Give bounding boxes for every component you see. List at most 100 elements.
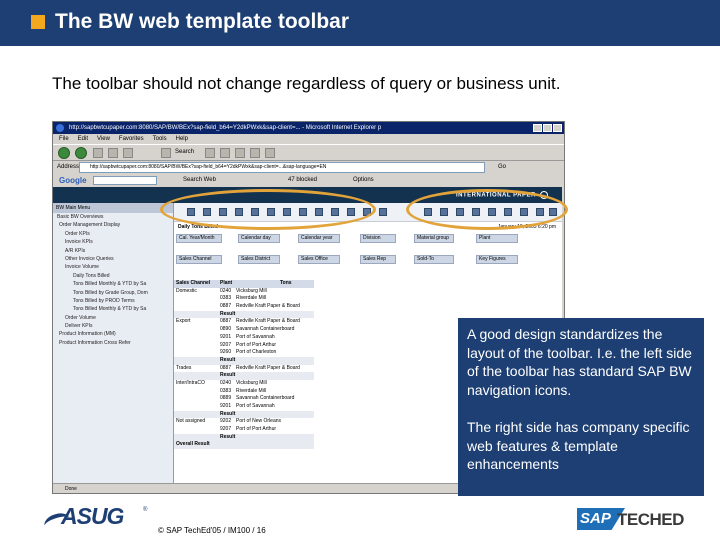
result-row: Result [174, 356, 314, 365]
search-icon[interactable] [161, 148, 171, 158]
callout-text-right: The right side has company specific web … [467, 419, 690, 472]
forward-icon[interactable] [75, 147, 87, 159]
cell-plant: 0240 [220, 379, 232, 386]
stop-icon[interactable] [93, 148, 103, 158]
filter-cell[interactable]: Key Figures [476, 255, 518, 264]
ie-window-title: http://sapbwtcupaper.com:8080/SAP/BW/BEx… [69, 125, 382, 131]
tree-item[interactable]: Other Invoice Queries [53, 255, 173, 263]
filter-cell[interactable]: Division [360, 234, 396, 243]
result-row: Result [174, 372, 314, 380]
cell-plant-name: Savannah Containerboard [236, 395, 295, 402]
filter-cell[interactable]: Material group [414, 234, 454, 243]
cell-plant: 0240 [220, 287, 232, 294]
search-label[interactable]: Search [175, 149, 194, 155]
result-row: Result [174, 410, 314, 419]
tree-item[interactable]: Invoice Volume [53, 263, 173, 271]
cell-plant-name: Port of Port Arthur [236, 426, 277, 433]
tree-item[interactable]: Tons Billed Monthly & YTD by Sa [53, 305, 173, 313]
menu-help[interactable]: Help [176, 134, 188, 144]
print-icon[interactable] [265, 148, 275, 158]
favorites-icon[interactable] [205, 148, 215, 158]
tree-item[interactable]: Tons Billed by PROD Terms [53, 297, 173, 305]
cell-plant: Result [220, 433, 236, 440]
menu-tools[interactable]: Tools [153, 134, 167, 144]
ie-address-bar: Address http://sapbwtcupaper.com:8080/SA… [53, 161, 564, 174]
filter-cell[interactable]: Sales Channel [176, 255, 222, 264]
go-button[interactable]: Go [498, 164, 506, 170]
history-icon[interactable] [235, 148, 245, 158]
table-header: Sales Channel Plant Tons [174, 280, 314, 288]
cell-plant: 0383 [220, 387, 232, 394]
tree-item[interactable]: Tons Billed Monthly & YTD by Sa [53, 280, 173, 288]
cell-plant-name: Redville Kraft Paper & Board [236, 364, 300, 371]
tree-item[interactable]: Order Volume [53, 314, 173, 322]
column-header[interactable]: Sales Channel [176, 280, 210, 288]
asug-logo: ASUG ® [42, 503, 147, 534]
close-icon[interactable] [553, 124, 562, 132]
filter-cell[interactable]: Calendar day [238, 234, 280, 243]
ie-title-bar: http://sapbwtcupaper.com:8080/SAP/BW/BEx… [53, 122, 564, 134]
menu-view[interactable]: View [97, 134, 110, 144]
table-row: 9207 Port of Port Arthur [174, 426, 314, 434]
filter-cell[interactable]: Sold-To [414, 255, 454, 264]
filter-cell[interactable]: Sales Office [298, 255, 340, 264]
back-icon[interactable] [58, 147, 70, 159]
google-search-input[interactable] [93, 176, 157, 185]
result-row: Result [174, 310, 314, 319]
cell-channel: Domestic [176, 287, 197, 294]
table-row: 9260 Port of Charleston [174, 349, 314, 357]
cell-channel: Overall Result [176, 441, 210, 448]
tree-item[interactable]: Deliver KPIs [53, 322, 173, 330]
address-input[interactable]: http://sapbwtcupaper.com:8080/SAP/BW/BEx… [79, 162, 485, 173]
cell-plant-name: Riverdale Mill [236, 295, 267, 302]
navigation-tree: BW Main Menu Basic BW Overviews Order Ma… [53, 203, 174, 485]
teched-logo: TECHED [617, 510, 684, 529]
tree-item[interactable]: Daily Tons Billed [53, 272, 173, 280]
cell-plant-name: Redville Kraft Paper & Board [236, 318, 300, 325]
media-icon[interactable] [220, 148, 230, 158]
bw-toolbar-icon[interactable] [379, 208, 387, 216]
tree-item[interactable]: Tons Billed by Grade Group, Dom [53, 289, 173, 297]
column-header[interactable]: Tons [280, 280, 292, 288]
cell-plant-name: Riverdale Mill [236, 387, 267, 394]
cell-plant-name: Vicksburg Mill [236, 379, 267, 386]
filter-cell[interactable]: Calendar year [298, 234, 340, 243]
table-row: Export 0887 Redville Kraft Paper & Board [174, 318, 314, 326]
google-options-button[interactable]: Options [353, 177, 374, 183]
filter-cell[interactable]: Sales District [238, 255, 280, 264]
menu-edit[interactable]: Edit [78, 134, 88, 144]
filter-cell[interactable]: Sales Rep [360, 255, 396, 264]
menu-favorites[interactable]: Favorites [119, 134, 144, 144]
column-header[interactable]: Plant [220, 280, 232, 288]
callout-box: A good design standardizes the layout of… [458, 318, 704, 496]
tree-item[interactable]: Order KPIs [53, 230, 173, 238]
cell-plant-name: Savannah Containerboard [236, 326, 295, 333]
table-row: 9201 Port of Savannah [174, 334, 314, 342]
popup-blocked-count[interactable]: 47 blocked [288, 177, 317, 183]
table-row: 0383 Riverdale Mill [174, 388, 314, 396]
tree-item[interactable]: A/R KPIs [53, 247, 173, 255]
tree-item[interactable]: Basic BW Overviews [53, 213, 173, 221]
tree-header: BW Main Menu [53, 203, 173, 213]
cell-plant-name: Port of New Orleans [236, 418, 282, 425]
cell-plant: 9207 [220, 426, 232, 433]
filter-cell[interactable]: Cal. Year/Month [176, 234, 222, 243]
home-icon[interactable] [123, 148, 133, 158]
google-search-button[interactable]: Search Web [183, 177, 216, 183]
menu-file[interactable]: File [59, 134, 69, 144]
cell-plant: 9202 [220, 418, 232, 425]
mail-icon[interactable] [250, 148, 260, 158]
tree-item[interactable]: Order Management Display [53, 221, 173, 229]
cell-plant: 0887 [220, 303, 232, 310]
callout-text-left: A good design standardizes the layout of… [467, 326, 692, 398]
window-controls [533, 124, 562, 132]
filter-cell[interactable]: Plant [476, 234, 518, 243]
tree-item[interactable]: Product Information Cross Refer [53, 339, 173, 347]
refresh-icon[interactable] [108, 148, 118, 158]
maximize-icon[interactable] [543, 124, 552, 132]
tree-item[interactable]: Invoice KPIs [53, 238, 173, 246]
minimize-icon[interactable] [533, 124, 542, 132]
cell-channel: Trades [176, 364, 192, 371]
tree-item[interactable]: Product Information (MM) [53, 330, 173, 338]
cell-plant: Result [220, 356, 236, 363]
